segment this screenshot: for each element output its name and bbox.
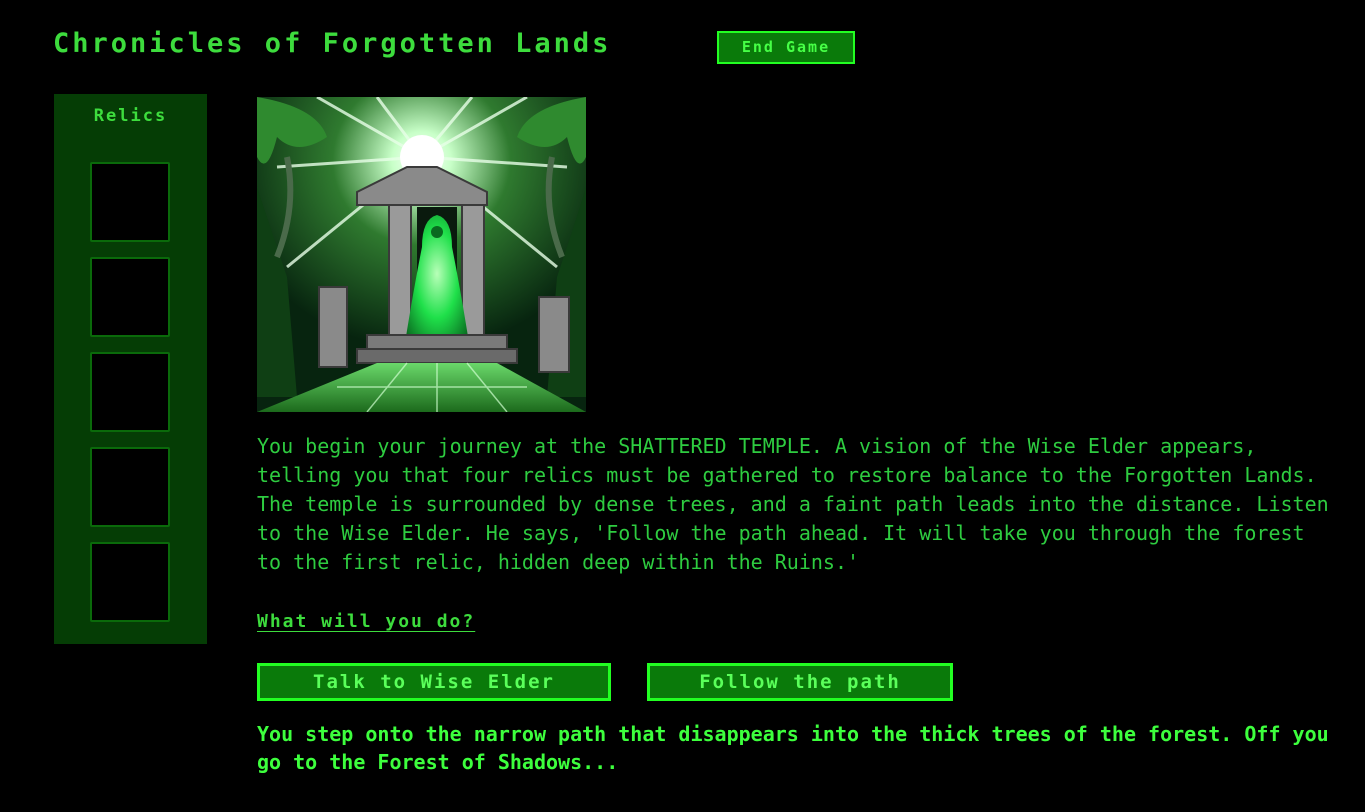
relic-slot-4[interactable] [90, 447, 170, 527]
end-game-button[interactable]: End Game [717, 31, 855, 64]
action-prompt: What will you do? [257, 611, 476, 632]
scene-narration: You begin your journey at the SHATTERED … [257, 434, 1329, 574]
relic-slot-3[interactable] [90, 352, 170, 432]
relics-title: Relics [93, 106, 168, 126]
talk-to-elder-button[interactable]: Talk to Wise Elder [257, 663, 611, 701]
action-result: You step onto the narrow path that disap… [257, 722, 1329, 774]
follow-path-button[interactable]: Follow the path [647, 663, 953, 701]
relics-sidebar: Relics [54, 94, 207, 644]
scene-illustration [257, 97, 586, 412]
relic-slot-2[interactable] [90, 257, 170, 337]
relic-slot-5[interactable] [90, 542, 170, 622]
game-title: Chronicles of Forgotten Lands [53, 28, 612, 59]
shattered-temple-illustration [257, 97, 586, 412]
game-screen: Chronicles of Forgotten Lands End Game R… [0, 0, 1365, 812]
relic-slot-1[interactable] [90, 162, 170, 242]
